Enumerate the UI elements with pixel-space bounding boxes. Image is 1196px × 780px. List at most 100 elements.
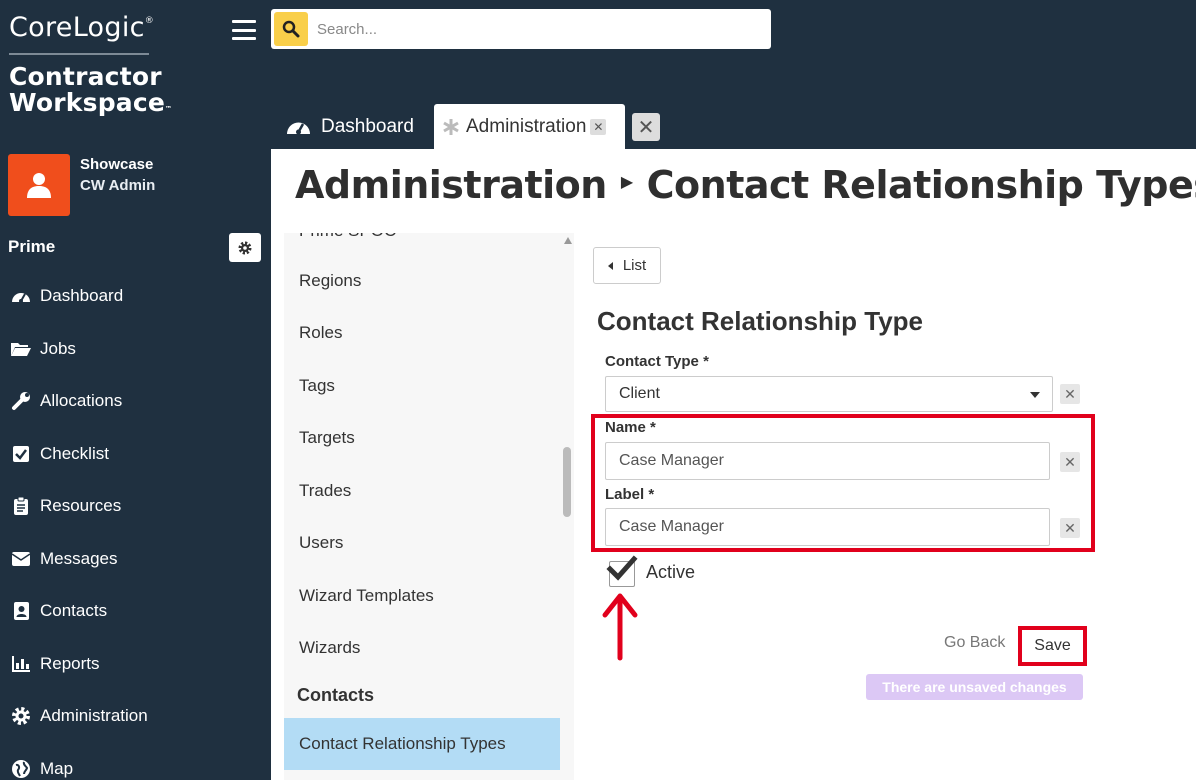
speedometer-icon — [287, 122, 310, 135]
tab-administration[interactable]: Administration ✕ — [434, 104, 625, 149]
sidebar-item-checklist[interactable]: Checklist — [0, 428, 271, 481]
sidebar-section-title: Prime — [8, 237, 56, 256]
sidebar-item-map[interactable]: Map — [0, 743, 271, 780]
form-title: Contact Relationship Type — [597, 306, 923, 336]
page-title: Contact Relationship Types — [646, 163, 1196, 207]
clear-contact-type-button[interactable]: ✕ — [1060, 384, 1080, 404]
scroll-up-icon[interactable] — [564, 237, 572, 244]
name-label: Name * — [605, 419, 656, 436]
speedometer-icon — [10, 286, 32, 306]
address-book-icon — [10, 601, 32, 621]
chevron-down-icon — [1030, 392, 1040, 398]
close-icon: ✕ — [637, 116, 655, 139]
clear-label-button[interactable]: ✕ — [1060, 518, 1080, 538]
sidebar-nav: Dashboard Jobs Allocations Checklist Res… — [0, 270, 271, 780]
sidebar-item-label: Administration — [40, 706, 148, 726]
arrow-up-icon — [602, 593, 638, 661]
sidebar-item-administration[interactable]: Administration — [0, 690, 271, 743]
sidebar: CoreLogic® Contractor Workspace™ Showcas… — [0, 0, 271, 780]
contact-type-select[interactable]: Client — [605, 376, 1053, 412]
subnav-item-contact-relationship-types[interactable]: Contact Relationship Types — [284, 718, 560, 770]
clipboard-icon — [10, 496, 32, 516]
search-bar — [271, 9, 771, 49]
asterisk-icon — [443, 118, 459, 135]
wrench-icon — [10, 391, 32, 411]
breadcrumb: Administration ▶ Contact Relationship Type… — [295, 163, 1196, 207]
label-field[interactable] — [605, 508, 1050, 546]
user-role: CW Admin — [80, 177, 156, 194]
search-button[interactable] — [274, 12, 308, 46]
close-all-tabs-button[interactable]: ✕ — [632, 113, 660, 141]
sidebar-item-allocations[interactable]: Allocations — [0, 375, 271, 428]
close-icon: ✕ — [593, 119, 604, 134]
close-icon: ✕ — [1064, 453, 1076, 470]
user-icon — [27, 173, 51, 198]
unsaved-changes-badge: There are unsaved changes — [866, 674, 1083, 700]
tab-dashboard[interactable]: Dashboard — [276, 104, 430, 149]
avatar[interactable] — [8, 154, 70, 216]
sidebar-item-label: Messages — [40, 548, 118, 568]
close-icon: ✕ — [1064, 385, 1076, 402]
subnav-item-tags[interactable]: Tags — [284, 360, 560, 412]
sidebar-item-label: Contacts — [40, 601, 108, 621]
main-content: Administration ▶ Contact Relationship Type… — [271, 149, 1196, 780]
sidebar-item-label: Allocations — [40, 391, 123, 411]
subnav-scrollbar[interactable] — [563, 233, 574, 780]
bar-chart-icon — [10, 654, 32, 674]
close-icon: ✕ — [1064, 519, 1076, 536]
sidebar-item-reports[interactable]: Reports — [0, 638, 271, 691]
tab-label: Administration — [466, 115, 587, 137]
go-back-button[interactable]: Go Back — [944, 634, 1005, 652]
folder-open-icon — [10, 339, 32, 359]
checkbox-icon — [10, 444, 32, 464]
caret-left-icon — [607, 261, 613, 270]
tab-close-button[interactable]: ✕ — [590, 118, 607, 135]
subnav-item-users[interactable]: Users — [284, 517, 560, 569]
subnav-item-prime-spoc[interactable]: Prime SPOC — [284, 233, 560, 241]
hamburger-icon — [232, 20, 256, 23]
save-button[interactable]: Save — [1018, 626, 1087, 666]
sidebar-item-label: Jobs — [40, 338, 76, 358]
subnav-heading: Contacts — [297, 685, 375, 705]
sidebar-item-dashboard[interactable]: Dashboard — [0, 270, 271, 323]
tab-label: Dashboard — [321, 115, 414, 137]
sidebar-item-resources[interactable]: Resources — [0, 480, 271, 533]
breadcrumb-parent[interactable]: Administration — [295, 163, 607, 207]
subnav-item-targets[interactable]: Targets — [284, 412, 560, 464]
settings-button[interactable] — [229, 233, 261, 262]
subnav-item-trades[interactable]: Trades — [284, 465, 560, 517]
contractor-workspace-logo: Contractor Workspace™ — [9, 62, 173, 117]
gear-icon — [10, 706, 32, 726]
sidebar-item-label: Reports — [40, 653, 100, 673]
chevron-right-icon: ▶ — [620, 172, 633, 191]
corelogic-logo: CoreLogic® — [9, 12, 155, 43]
active-label: Active — [646, 562, 696, 582]
sidebar-item-label: Checklist — [40, 443, 109, 463]
sidebar-item-label: Dashboard — [40, 286, 124, 306]
subnav-item-wizards[interactable]: Wizards — [284, 622, 560, 674]
sidebar-item-messages[interactable]: Messages — [0, 533, 271, 586]
search-icon — [282, 20, 300, 38]
subnav-item-roles[interactable]: Roles — [284, 307, 560, 359]
subnav-item-regions[interactable]: Regions — [284, 255, 560, 307]
sidebar-item-contacts[interactable]: Contacts — [0, 585, 271, 638]
sidebar-item-jobs[interactable]: Jobs — [0, 323, 271, 376]
contact-type-label: Contact Type * — [605, 353, 709, 370]
user-name: Showcase — [80, 156, 154, 173]
name-field[interactable] — [605, 442, 1050, 480]
label-label: Label * — [605, 486, 655, 503]
envelope-icon — [10, 549, 32, 569]
gear-icon — [238, 241, 252, 254]
menu-toggle-button[interactable] — [232, 20, 256, 40]
list-button[interactable]: List — [593, 247, 661, 284]
search-input[interactable] — [317, 17, 757, 41]
subnav-item-wizard-templates[interactable]: Wizard Templates — [284, 570, 560, 622]
sidebar-item-label: Map — [40, 758, 74, 778]
clear-name-button[interactable]: ✕ — [1060, 452, 1080, 472]
admin-subnav: Prime SPOC Regions Roles Tags Targets Tr… — [284, 233, 574, 780]
logo-divider — [9, 53, 149, 55]
checkmark-icon — [606, 555, 638, 581]
sidebar-item-label: Resources — [40, 496, 122, 516]
scrollbar-thumb[interactable] — [563, 447, 571, 517]
globe-icon — [10, 759, 32, 779]
